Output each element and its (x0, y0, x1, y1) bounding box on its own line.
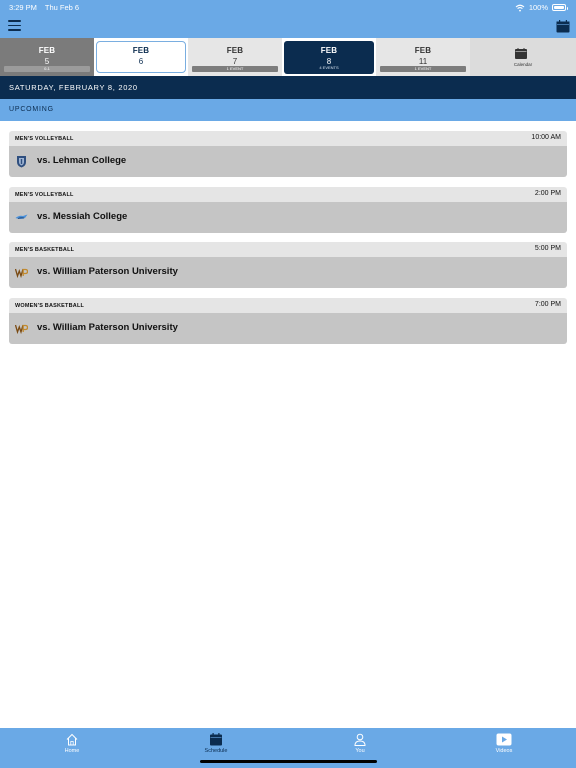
calendar-icon (515, 48, 527, 59)
status-time: 3:29 PM (9, 3, 37, 12)
tab-label: Schedule (204, 748, 228, 754)
status-right: 100% (515, 3, 568, 12)
tab-videos[interactable]: Videos (432, 728, 576, 768)
wp-logo-icon (15, 324, 28, 334)
date-month: FEB (226, 46, 244, 55)
event-sport: MEN'S BASKETBALL (15, 247, 75, 253)
event-sport: MEN'S VOLLEYBALL (15, 136, 74, 142)
event-list: MEN'S VOLLEYBALL 10:00 AM vs. Lehman Col… (9, 131, 567, 353)
date-badge: 1 EVENT (380, 66, 466, 72)
date-month: FEB (414, 46, 432, 55)
date-badge: 0-1 (4, 66, 90, 72)
wifi-icon (515, 4, 525, 11)
calendar-icon (210, 733, 222, 746)
calendar-button[interactable]: Calendar (470, 38, 576, 76)
event-opponent: vs. Lehman College (37, 155, 127, 166)
battery-percent: 100% (528, 3, 548, 12)
tab-label: Home (64, 748, 80, 754)
event-header: MEN'S BASKETBALL 5:00 PM (9, 242, 567, 257)
event-header: WOMEN'S BASKETBALL 7:00 PM (9, 297, 567, 313)
event-body: vs. William Paterson University (9, 257, 567, 288)
date-day: 11 (418, 57, 428, 66)
event-opponent: vs. William Paterson University (37, 266, 178, 277)
event-header: MEN'S VOLLEYBALL 2:00 PM (9, 186, 567, 202)
date-day: 5 (44, 57, 50, 66)
event-body: vs. Lehman College (9, 146, 567, 177)
status-bar: 3:29 PM Thu Feb 6 100% (0, 0, 576, 14)
home-indicator (200, 760, 377, 763)
event-card[interactable]: MEN'S BASKETBALL 5:00 PM vs. William Pat… (9, 242, 567, 288)
calendar-label: Calendar (513, 62, 533, 67)
status-date: Thu Feb 6 (44, 3, 80, 12)
event-sport: WOMEN'S BASKETBALL (15, 302, 85, 309)
wp-logo-icon (15, 268, 28, 279)
calendar-icon[interactable] (556, 20, 570, 33)
event-card[interactable]: MEN'S VOLLEYBALL 2:00 PM vs. Messiah Col… (9, 186, 567, 233)
tab-label: You (355, 748, 365, 754)
date-strip: FEB 5 0-1 FEB 6 FEB 7 1 EVENT FEB 8 4 EV… (0, 38, 576, 76)
date-badge: 4 EVENTS (319, 65, 339, 70)
battery-icon (552, 4, 568, 11)
event-opponent: vs. William Paterson University (37, 321, 178, 333)
status-left: 3:29 PM Thu Feb 6 (9, 3, 85, 12)
date-cell-feb-6[interactable]: FEB 6 (94, 38, 188, 76)
tab-label: Videos (495, 748, 513, 754)
person-icon (354, 733, 366, 746)
event-body: vs. William Paterson University (9, 312, 567, 344)
hamburger-menu-icon[interactable] (8, 20, 21, 31)
messiah-logo-icon (15, 214, 28, 219)
selected-date-header: SATURDAY, FEBRUARY 8, 2020 (0, 76, 576, 99)
event-time: 7:00 PM (534, 300, 561, 308)
date-month: FEB (38, 46, 56, 55)
home-icon (66, 733, 78, 746)
date-cell-feb-8[interactable]: FEB 8 4 EVENTS (282, 38, 376, 76)
play-icon (496, 733, 512, 746)
date-day: 7 (232, 57, 238, 66)
event-sport: MEN'S VOLLEYBALL (15, 191, 74, 198)
date-month: FEB (132, 46, 150, 55)
event-time: 5:00 PM (534, 245, 561, 252)
event-header: MEN'S VOLLEYBALL 10:00 AM (9, 131, 567, 146)
top-bar: 3:29 PM Thu Feb 6 100% (0, 0, 576, 38)
event-time: 10:00 AM (531, 134, 561, 141)
date-cell-feb-11[interactable]: FEB 11 1 EVENT (376, 38, 470, 76)
date-cell-feb-7[interactable]: FEB 7 1 EVENT (188, 38, 282, 76)
date-cell-feb-5[interactable]: FEB 5 0-1 (0, 38, 94, 76)
date-day: 6 (138, 57, 144, 66)
lehman-logo-icon (17, 156, 26, 168)
date-badge: 1 EVENT (192, 66, 278, 72)
section-label-upcoming: UPCOMING (0, 99, 576, 121)
event-card[interactable]: MEN'S VOLLEYBALL 10:00 AM vs. Lehman Col… (9, 131, 567, 177)
event-time: 2:00 PM (534, 189, 561, 197)
date-month: FEB (320, 46, 338, 55)
event-card[interactable]: WOMEN'S BASKETBALL 7:00 PM vs. William P… (9, 297, 567, 344)
event-opponent: vs. Messiah College (37, 210, 128, 222)
event-body: vs. Messiah College (9, 201, 567, 233)
tab-home[interactable]: Home (0, 728, 144, 768)
